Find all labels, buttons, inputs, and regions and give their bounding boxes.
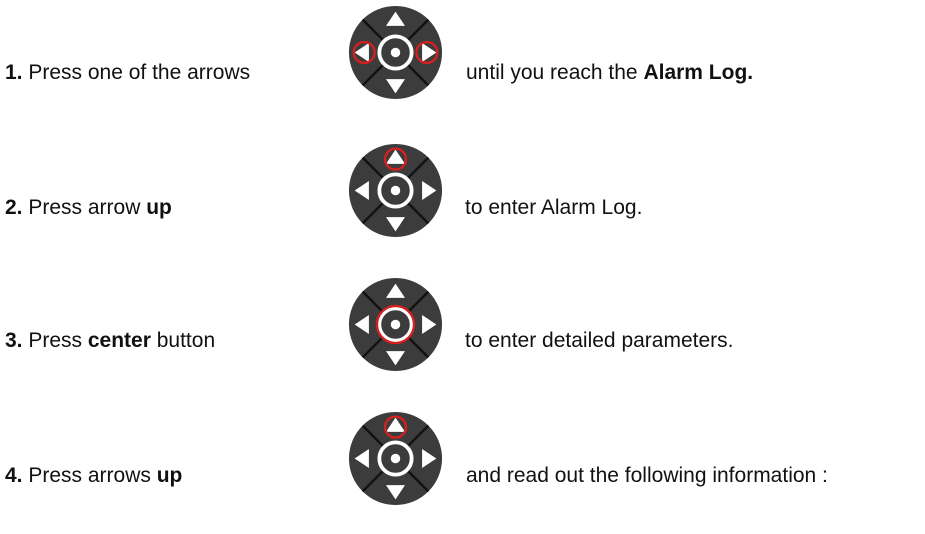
step-text: Press one of the arrows [22,61,251,84]
step-4-result: and read out the following information : [466,464,828,488]
step-2-result: to enter Alarm Log. [465,196,642,220]
instruction-step-1: 1. Press one of the arrows until you rea… [0,0,925,110]
step-1-result: until you reach the Alarm Log. [466,61,753,85]
step-text: Press arrows [22,464,157,487]
step-keyword: up [146,196,172,219]
step-number: 3. [5,329,23,352]
instruction-step-2: 2. Press arrow up to enter Alarm Log. [0,134,925,244]
navigation-pad-icon [348,411,443,506]
step-keyword: Alarm Log. [643,61,754,84]
instruction-step-4: 4. Press arrows up and read out the foll… [0,402,925,512]
step-text: until you reach the [466,61,644,84]
step-keyword: up [156,464,183,487]
step-text: Press [22,329,88,352]
navigation-pad-icon [348,277,443,372]
step-text-tail: button [150,329,216,352]
step-number: 1. [5,61,23,84]
pad-center-dot [390,185,401,196]
step-4-instruction: 4. Press arrows up [5,464,182,488]
step-text: Press arrow [22,196,147,219]
step-3-instruction: 3. Press center button [5,329,215,353]
navigation-pad-icon [348,5,443,100]
step-text: to enter Alarm Log. [465,196,643,219]
step-number: 4. [5,464,23,487]
step-number: 2. [5,196,23,219]
step-text: and read out the following information : [466,464,828,487]
instruction-step-3: 3. Press center button to enter detailed… [0,268,925,378]
navigation-pad-icon [348,143,443,238]
pad-center-dot [390,319,401,330]
step-keyword: center [87,329,151,352]
step-3-result: to enter detailed parameters. [465,329,734,353]
step-text: to enter detailed parameters. [465,329,734,352]
pad-center-dot [390,47,401,58]
pad-center-dot [390,453,401,464]
step-2-instruction: 2. Press arrow up [5,196,172,220]
step-1-instruction: 1. Press one of the arrows [5,61,250,85]
